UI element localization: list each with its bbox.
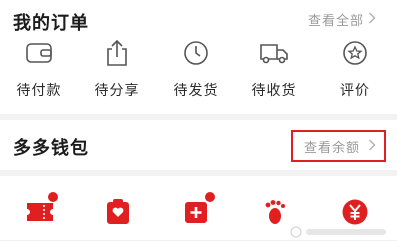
clock-icon — [181, 38, 211, 68]
order-item-review[interactable]: 评价 — [325, 38, 385, 100]
wallet-icon — [24, 38, 54, 68]
notification-dot — [205, 192, 215, 202]
order-item-pending-share[interactable]: 待分享 — [87, 38, 147, 100]
share-icon — [102, 38, 132, 68]
watermark — [290, 226, 390, 241]
order-item-pending-payment[interactable]: 待付款 — [9, 38, 69, 100]
order-item-pending-receipt[interactable]: 待收货 — [244, 38, 304, 100]
order-item-label: 待发货 — [173, 83, 219, 99]
red-packet-icon[interactable] — [102, 196, 134, 228]
chevron-right-icon — [368, 12, 376, 28]
review-star-icon — [340, 38, 370, 68]
orders-title: 我的订单 — [13, 13, 89, 34]
wallet-title: 多多钱包 — [13, 138, 89, 159]
orders-card: 我的订单 查看全部 待付款 待分享 待发货 待收货 评价 — [0, 0, 397, 114]
highlight-annotation-box — [291, 130, 386, 162]
footprint-icon[interactable] — [260, 196, 292, 228]
truck-icon — [259, 38, 289, 68]
notification-dot — [48, 192, 58, 202]
order-item-label: 评价 — [340, 83, 370, 99]
view-all-orders-link[interactable]: 查看全部 — [308, 10, 376, 29]
order-item-label: 待分享 — [94, 83, 140, 99]
yuan-coin-icon[interactable] — [339, 196, 371, 228]
order-item-pending-shipment[interactable]: 待发货 — [166, 38, 226, 100]
order-item-label: 待收货 — [251, 83, 297, 99]
view-all-label: 查看全部 — [308, 14, 365, 29]
order-item-label: 待付款 — [16, 83, 62, 99]
